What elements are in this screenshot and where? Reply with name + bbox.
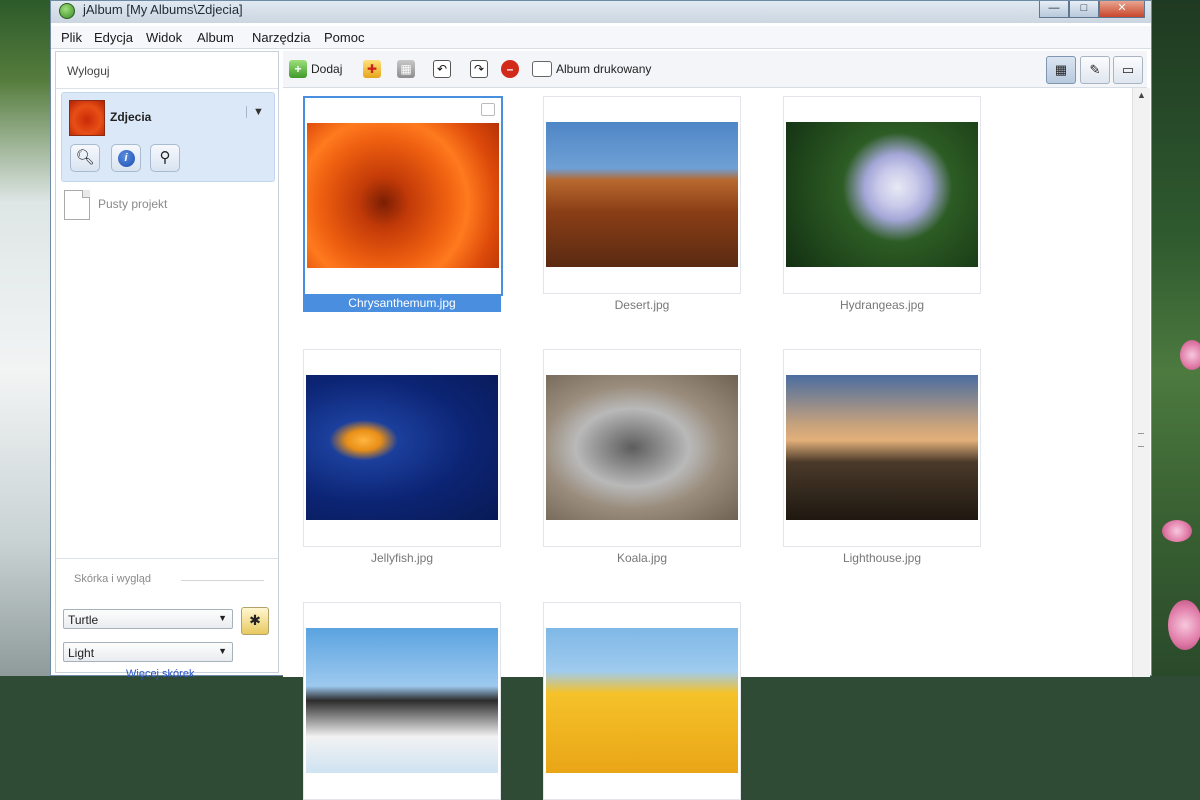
style-select[interactable]: Light ▼ [63, 642, 233, 662]
chevron-down-icon[interactable]: ▼ [246, 106, 264, 118]
thumbnail-card[interactable] [303, 349, 501, 547]
skin-settings-button[interactable]: ✱ [241, 607, 269, 635]
rotate-right-button[interactable]: ↷ [470, 59, 492, 79]
skin-select[interactable]: Turtle ▼ [63, 609, 233, 629]
add-button[interactable]: + Dodaj [289, 59, 342, 79]
preview-button[interactable]: ▭ [1113, 56, 1143, 84]
thumbnail-caption[interactable]: Desert.jpg [543, 298, 741, 312]
logout-link[interactable]: Wyloguj [67, 64, 110, 78]
delete-button[interactable]: – [501, 59, 523, 79]
title-bar[interactable]: jAlbum [My Albums\Zdjecia] — □ ✕ [51, 1, 1151, 23]
grid-view-button[interactable]: ▦ [1046, 56, 1076, 84]
thumbnail-card[interactable] [783, 349, 981, 547]
print-album-button[interactable]: Album drukowany [532, 59, 651, 79]
image-editor-button[interactable]: ▦ [397, 59, 419, 79]
thumbnail-image [546, 122, 738, 267]
app-icon [59, 3, 75, 19]
info-icon: i [112, 148, 140, 167]
gear-icon: ✱ [249, 612, 261, 628]
current-album[interactable]: Zdjecia ▼ 🔍︎ i ⚲ [61, 92, 275, 182]
thumbnail-image [546, 628, 738, 773]
desktop-flower [1162, 520, 1192, 542]
sidebar: Wyloguj Zdjecia ▼ 🔍︎ i ⚲ Pusty projekt S… [55, 51, 279, 680]
add-icon: + [289, 60, 307, 78]
properties-button[interactable]: ⚲ [150, 144, 180, 172]
thumbnail-image [786, 122, 978, 267]
new-folder-icon: ✚ [363, 60, 381, 78]
close-button[interactable]: ✕ [1099, 1, 1145, 18]
print-album-label: Album drukowany [556, 62, 652, 76]
thumbnail-card[interactable] [543, 602, 741, 800]
tag-icon: ⚲ [159, 149, 171, 166]
vertical-scrollbar[interactable]: ▲ [1132, 88, 1150, 677]
thumbnail-image [307, 123, 499, 268]
project-label[interactable]: Pusty projekt [98, 197, 167, 211]
album-name: Zdjecia [110, 110, 152, 124]
window-controls: — □ ✕ [1039, 1, 1145, 19]
divider [56, 558, 278, 559]
desktop-flower [1180, 340, 1200, 370]
search-button[interactable]: 🔍︎ [70, 144, 100, 172]
scroll-grip[interactable] [1138, 433, 1144, 447]
menu-edycja[interactable]: Edycja [94, 30, 133, 45]
menu-pomoc[interactable]: Pomoc [324, 30, 364, 45]
thumbnail-grid: Chrysanthemum.jpg Desert.jpg Hydrangeas.… [283, 88, 1132, 800]
thumbnail-card[interactable] [303, 602, 501, 800]
chevron-down-icon: ▼ [218, 646, 227, 656]
delete-icon: – [501, 60, 519, 78]
edit-view-button[interactable]: ✎ [1080, 56, 1110, 84]
thumbnail-image [546, 375, 738, 520]
album-thumbnail [69, 100, 105, 136]
thumbnail-image [306, 375, 498, 520]
pencil-icon: ✎ [1089, 62, 1101, 77]
thumbnail-caption[interactable]: Koala.jpg [543, 551, 741, 565]
skin-section-label: Skórka i wygląd [74, 573, 152, 585]
maximize-button[interactable]: □ [1069, 1, 1099, 18]
menu-narzedzia[interactable]: Narzędzia [252, 30, 311, 45]
minimize-button[interactable]: — [1039, 1, 1069, 18]
document-icon [64, 190, 90, 220]
menu-plik[interactable]: Plik [61, 30, 82, 45]
thumbnail-card[interactable] [303, 96, 503, 296]
thumbnail-card[interactable] [783, 96, 981, 294]
desktop-flower [1168, 600, 1200, 650]
section-line [181, 580, 264, 581]
preview-icon: ▭ [1121, 62, 1135, 77]
thumbnail-card[interactable] [543, 349, 741, 547]
new-folder-button[interactable]: ✚ [363, 59, 385, 79]
grid-view-icon: ▦ [1054, 62, 1068, 77]
menu-bar: Plik Edycja Widok Album Narzędzia Pomoc [51, 26, 1151, 49]
thumbnail-caption[interactable]: Hydrangeas.jpg [783, 298, 981, 312]
jalbum-window: jAlbum [My Albums\Zdjecia] — □ ✕ Plik Ed… [50, 0, 1152, 800]
thumbnail-image [786, 375, 978, 520]
thumbnail-caption[interactable]: Lighthouse.jpg [783, 551, 981, 565]
rotate-left-icon: ↶ [433, 60, 451, 78]
skin-value: Turtle [68, 613, 99, 627]
more-skins-link[interactable]: Więcej skórek [126, 668, 194, 680]
thumbnail-caption[interactable]: Chrysanthemum.jpg [303, 294, 501, 312]
rotate-left-button[interactable]: ↶ [433, 59, 455, 79]
window-title: jAlbum [My Albums\Zdjecia] [83, 2, 243, 17]
divider [56, 88, 278, 89]
menu-widok[interactable]: Widok [146, 30, 182, 45]
info-button[interactable]: i [111, 144, 141, 172]
desktop-background-right [1152, 0, 1200, 676]
add-label: Dodaj [311, 62, 343, 76]
scroll-up-icon[interactable]: ▲ [1133, 90, 1150, 100]
menu-album[interactable]: Album [197, 30, 234, 45]
toolbar: + Dodaj ✚ ▦ ↶ ↷ – Album drukowany ▦ ✎ ▭ [283, 51, 1147, 88]
thumbnail-card[interactable] [543, 96, 741, 294]
book-icon [532, 61, 552, 77]
image-editor-icon: ▦ [397, 60, 415, 78]
magnifier-icon: 🔍︎ [75, 149, 95, 166]
thumbnail-caption[interactable]: Jellyfish.jpg [303, 551, 501, 565]
checkbox-icon[interactable] [481, 103, 495, 116]
chevron-down-icon: ▼ [218, 613, 227, 623]
style-value: Light [68, 646, 95, 660]
rotate-right-icon: ↷ [470, 60, 488, 78]
thumbnail-image [306, 628, 498, 773]
